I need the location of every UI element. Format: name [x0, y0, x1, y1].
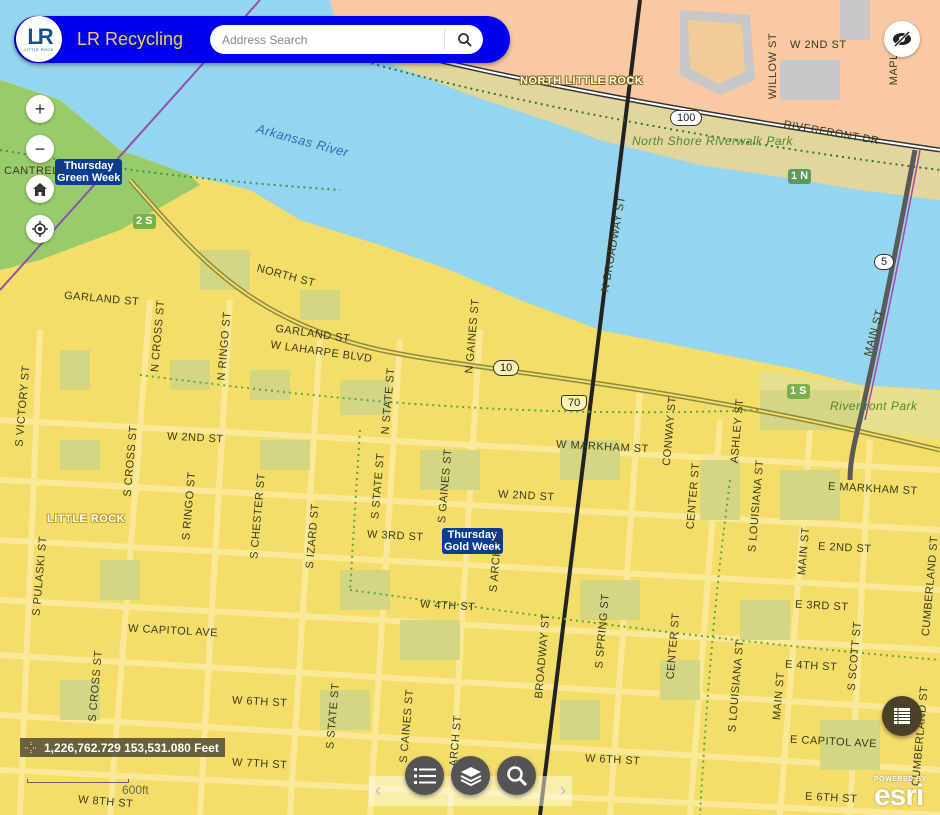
home-button[interactable] — [26, 175, 54, 203]
city-logo: LR LITTLE ROCK — [16, 16, 62, 62]
exit-1n-badge: 1 N — [788, 169, 812, 184]
attribute-table-button[interactable] — [882, 696, 922, 736]
search-icon — [458, 32, 472, 47]
collection-day: Thursday — [63, 160, 114, 172]
coordinate-value: 1,226,762.729 153,531.080 Feet — [44, 740, 219, 755]
route-10-shield: 10 — [493, 360, 520, 376]
nlr-building — [840, 0, 870, 40]
collection-zone-label[interactable]: Thursday Gold Week — [442, 528, 503, 554]
toggle-visibility-button[interactable] — [884, 21, 920, 57]
search-divider — [444, 29, 445, 50]
esri-brand: esri — [874, 779, 924, 812]
plus-icon: + — [34, 98, 46, 119]
logo-monogram: LR — [27, 23, 53, 49]
collection-week: Green Week — [57, 172, 121, 184]
esri-logo[interactable]: POWERED BY esri — [874, 776, 927, 812]
nlr-building — [780, 60, 840, 100]
toolbar-prev-button[interactable]: ‹ — [375, 780, 381, 801]
home-icon — [33, 182, 47, 196]
zoom-in-button[interactable]: + — [26, 95, 54, 123]
map-view[interactable]: Arkansas River NORTH LITTLE ROCK LITTLE … — [0, 0, 940, 815]
address-search-input[interactable] — [220, 29, 444, 51]
search-submit-button[interactable] — [450, 27, 480, 52]
app-header: LR LITTLE ROCK LR Recycling — [14, 16, 510, 63]
address-search — [210, 25, 483, 54]
layers-icon — [460, 766, 481, 786]
locate-button[interactable] — [26, 215, 54, 243]
basemap — [0, 0, 940, 815]
scale-bar — [27, 779, 129, 783]
route-100-shield: 100 — [670, 110, 703, 126]
scale-label: 600ft — [122, 783, 149, 797]
minus-icon: − — [34, 138, 46, 159]
legend-icon — [413, 767, 436, 784]
eye-slash-icon — [893, 30, 911, 48]
search-icon — [506, 765, 527, 786]
collection-zone-label[interactable]: Thursday Green Week — [55, 159, 123, 185]
toolbar-next-button[interactable]: › — [560, 780, 566, 801]
collection-day: Thursday — [447, 529, 498, 541]
search-widget-button[interactable] — [497, 756, 536, 795]
layers-button[interactable] — [451, 756, 490, 795]
exit-1s-badge: 1 S — [787, 384, 810, 399]
zoom-out-button[interactable]: − — [26, 135, 54, 163]
logo-subtext: LITTLE ROCK — [24, 46, 54, 52]
coordinate-readout[interactable]: 1,226,762.729 153,531.080 Feet — [20, 738, 225, 757]
collection-week: Gold Week — [444, 541, 501, 553]
locate-icon — [32, 221, 48, 237]
table-icon — [894, 708, 910, 724]
legend-button[interactable] — [405, 756, 444, 795]
route-70-shield: 70 — [561, 395, 588, 411]
exit-2s-badge: 2 S — [133, 214, 156, 229]
route-5-shield: 5 — [874, 254, 895, 270]
crosshair-icon — [24, 741, 38, 754]
app-title: LR Recycling — [77, 29, 184, 49]
